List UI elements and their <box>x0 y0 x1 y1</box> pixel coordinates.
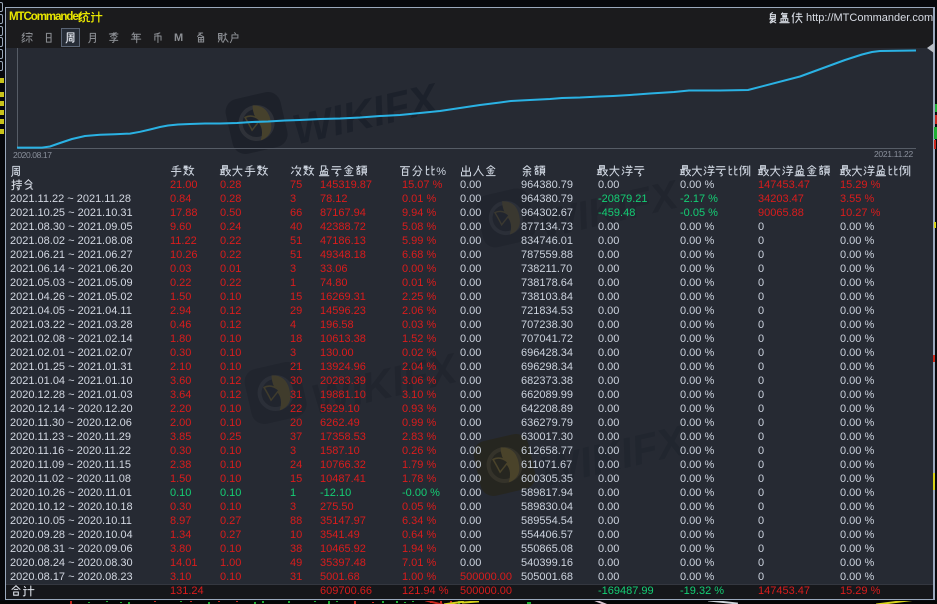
svg-text:%: % <box>436 166 446 178</box>
